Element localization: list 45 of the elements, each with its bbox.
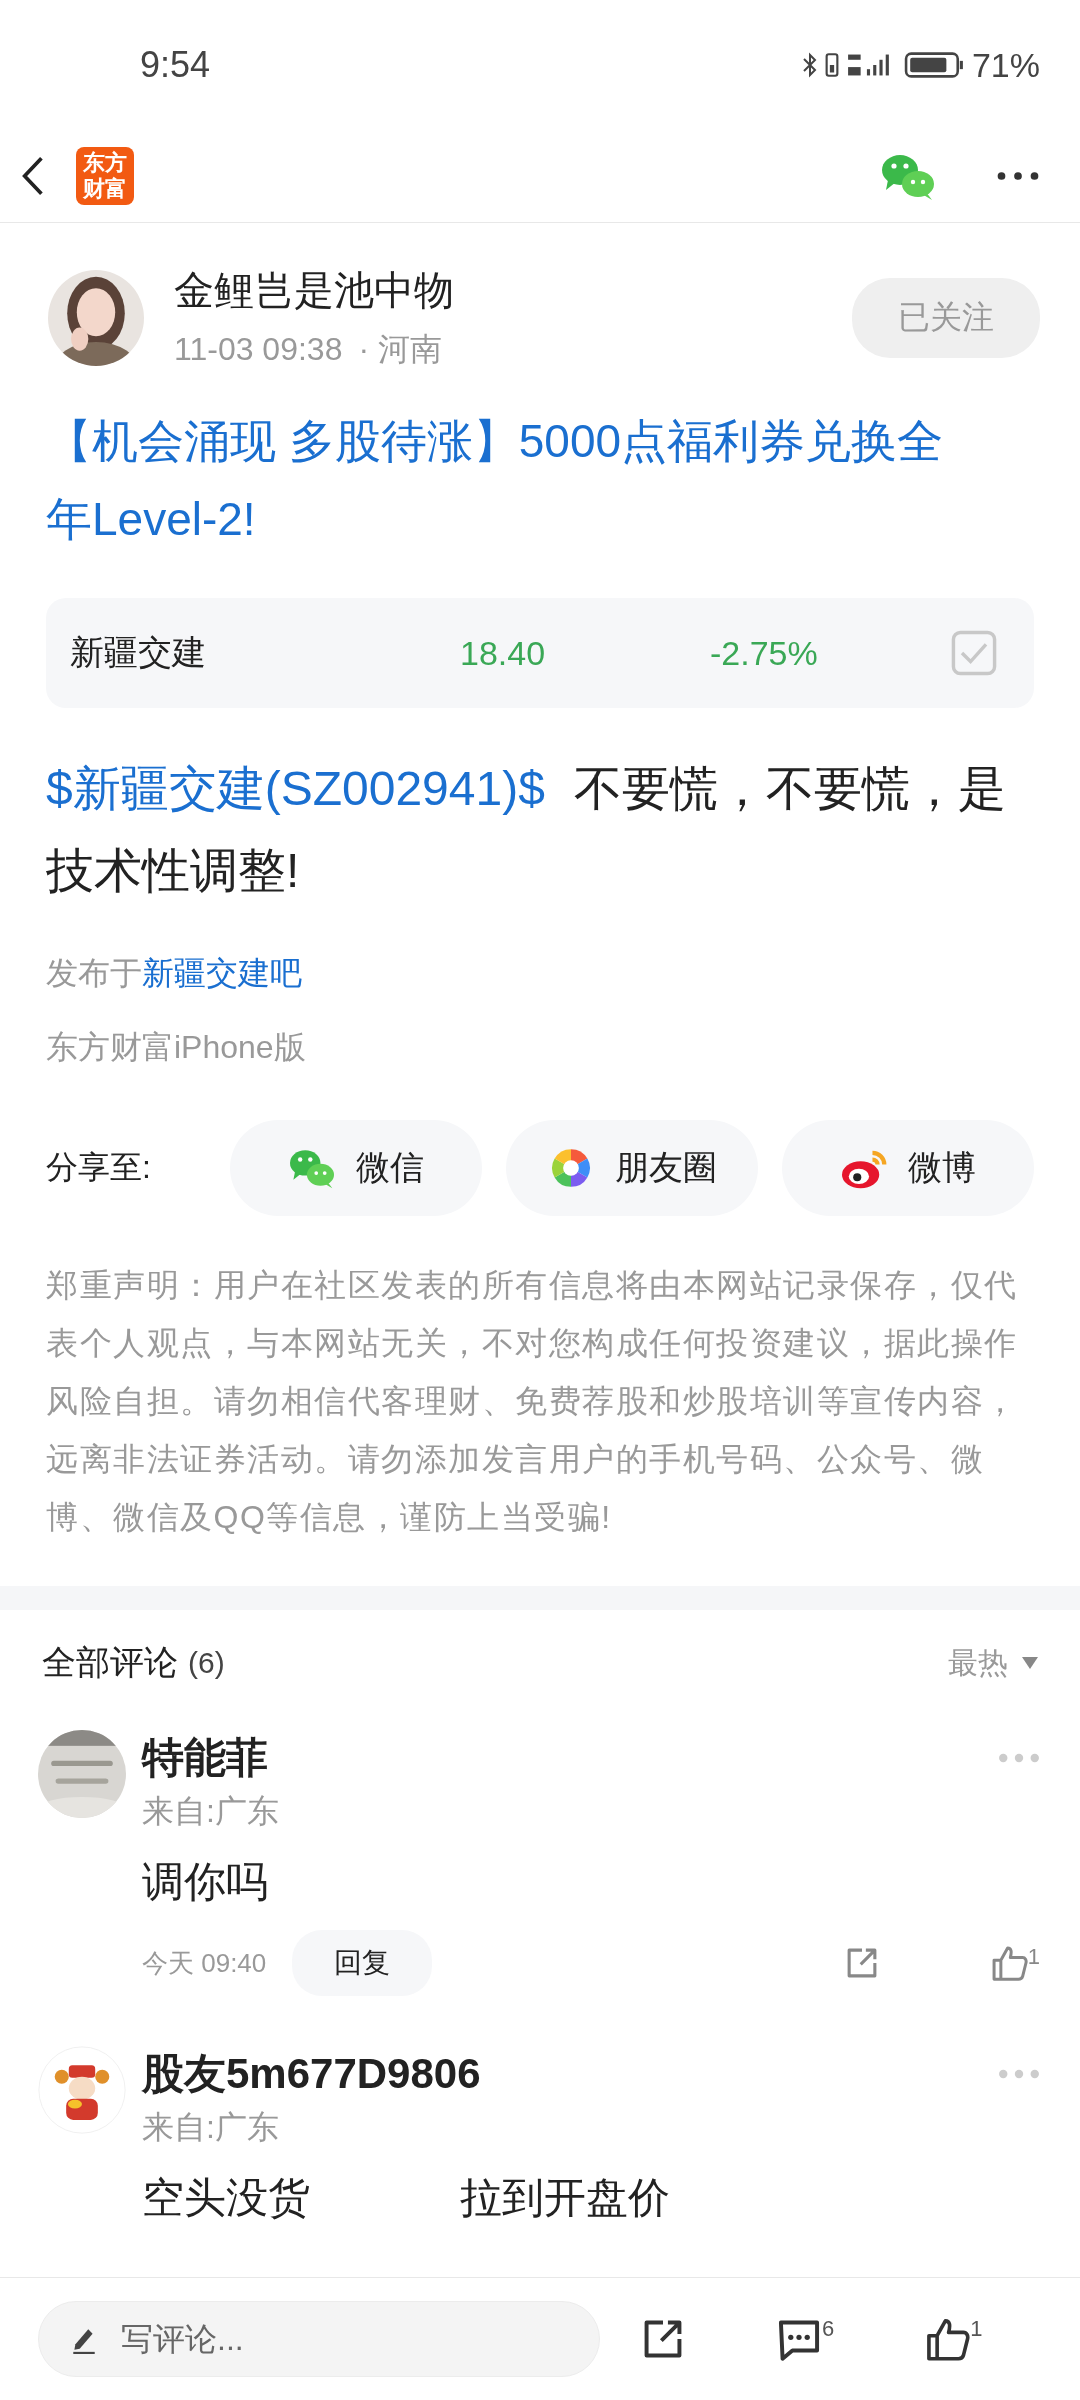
- battery-percent: 71%: [971, 45, 1040, 85]
- post-title[interactable]: 【机会涌现 多股待涨】5000点福利券兑换全年Level-2!: [0, 402, 1080, 558]
- comment-text: 空头没货: [142, 2173, 310, 2223]
- back-icon[interactable]: [20, 155, 46, 197]
- comments-count: (6): [188, 1646, 225, 1680]
- author-name[interactable]: 金鲤岂是池中物: [174, 263, 852, 318]
- app-logo: 东方财富: [76, 147, 134, 205]
- like-count: 1: [1027, 1944, 1040, 1970]
- post-location: · 河南: [358, 331, 442, 367]
- forum-line: 发布于新疆交建吧: [46, 954, 303, 993]
- forum-link[interactable]: 新疆交建吧: [142, 955, 302, 991]
- commenter-location: 来自:广东: [142, 1792, 280, 1831]
- disclaimer-text: 郑重声明：用户在社区发表的所有信息将由本网站记录保存，仅代表个人观点，与本网站无关，不对您构成任何投资建议，据此操作风险自担。请勿相信代客理财、免费荐股和炒股培训等宣传内容，远离非法证券活动。请勿添加发言用户的手机号码、公众号、微博、微信及QQ等信息，谨防上当受骗!: [46, 1266, 1019, 1537]
- share-button[interactable]: 微信: [230, 1120, 482, 1216]
- stock-link[interactable]: $新疆交建(SZ002941)$: [46, 762, 545, 815]
- stock-change: -2.75%: [710, 633, 819, 673]
- stock-name: 新疆交建: [70, 632, 207, 673]
- comment-bar[interactable]: 写评论...: [38, 2301, 600, 2377]
- more-icon[interactable]: [996, 170, 1040, 182]
- battery-icon: [903, 50, 966, 80]
- thumbs-up-icon[interactable]: [924, 2316, 971, 2362]
- clock-time: 9:54: [140, 44, 212, 86]
- like-count: 1: [970, 2316, 983, 2342]
- comment-count: 6: [822, 2316, 835, 2342]
- bluetooth-icon: [801, 50, 818, 80]
- post-text: $新疆交建(SZ002941)$ 不要慌，不要慌，是技术性调整!: [46, 761, 1008, 899]
- commenter-location: 来自:广东: [142, 2108, 280, 2147]
- commenter-name[interactable]: 特能菲: [142, 1730, 268, 1786]
- comment-text: 调你吗: [142, 1857, 268, 1907]
- stock-card[interactable]: 新疆交建 18.40 -2.75%: [46, 598, 1034, 708]
- post-source: 东方财富iPhone版: [46, 1028, 307, 1067]
- share-button[interactable]: 微博: [782, 1120, 1034, 1216]
- comment-time: 今天 09:40: [142, 1946, 267, 1980]
- comments-title: 全部评论: [42, 1642, 178, 1683]
- checkbox[interactable]: [950, 629, 998, 677]
- share-button[interactable]: 朋友圈: [506, 1120, 758, 1216]
- caret-icon: [1022, 1657, 1038, 1669]
- stock-price: 18.40: [460, 633, 547, 673]
- commenter-name[interactable]: 股友5m677D9806: [142, 2046, 481, 2102]
- comment-input[interactable]: 写评论...: [119, 2319, 569, 2359]
- vibrate-icon: [823, 50, 840, 80]
- reply-button[interactable]: 回复: [292, 1930, 433, 1996]
- post-time: 11-03 09:38: [174, 331, 343, 367]
- comment-text: 拉到开盘价: [460, 2173, 670, 2223]
- share-label: 分享至:: [46, 1148, 152, 1187]
